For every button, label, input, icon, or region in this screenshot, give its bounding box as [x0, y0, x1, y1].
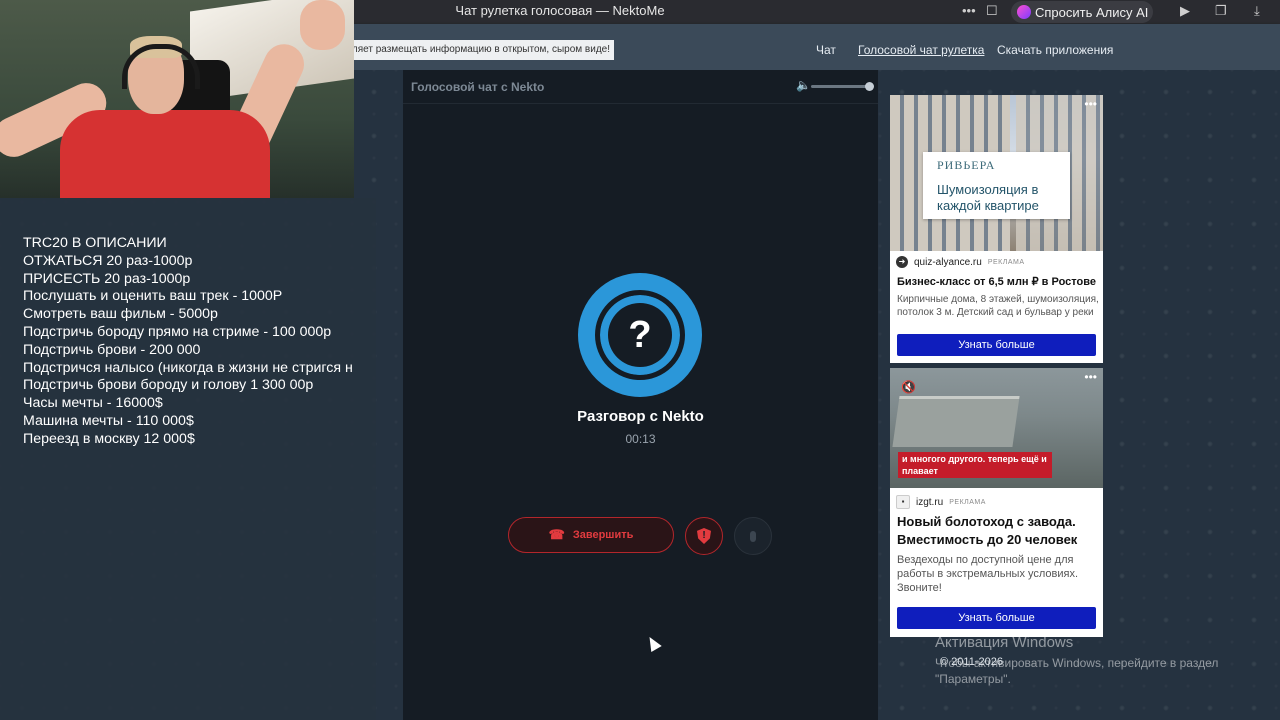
- microphone-icon: [750, 530, 756, 542]
- nav-link-chat[interactable]: Чат: [816, 43, 836, 57]
- voice-chat-panel: Голосовой чат с Nekto 🔈 ? Разговор с Nek…: [403, 70, 878, 720]
- play-icon[interactable]: ▶: [1180, 3, 1190, 19]
- windows-activation-title: Активация Windows: [935, 634, 1074, 651]
- copyright: © 2011-2026: [940, 656, 1003, 668]
- donation-line: Послушать и оценить ваш трек - 1000Р: [23, 288, 283, 305]
- ad-video-caption: и многого другого. теперь ещё и плавает: [898, 452, 1052, 478]
- more-icon[interactable]: •••: [962, 3, 976, 18]
- volume-slider[interactable]: [811, 85, 869, 88]
- donation-line: Подстричся налысо (никогда в жизни не ст…: [23, 359, 353, 376]
- ad-slogan: Шумоизоляция в каждой квартире: [937, 182, 1039, 213]
- ad-tag: РЕКЛАМА: [987, 258, 1025, 266]
- download-icon[interactable]: ⤓: [1254, 3, 1260, 19]
- ad-tag: РЕКЛАМА: [949, 498, 986, 506]
- stream-donation-overlay: TRC20 В ОПИСАНИИ ОТЖАТЬСЯ 20 раз-1000р П…: [0, 198, 376, 720]
- partner-avatar: ?: [578, 273, 702, 397]
- question-mark-icon: ?: [628, 314, 652, 356]
- ad-learn-more-button[interactable]: Узнать больше: [897, 607, 1096, 629]
- ad-options-icon[interactable]: •••: [1084, 97, 1097, 111]
- donation-line: Подстричь брови - 200 000: [23, 341, 201, 358]
- volume-slider-knob[interactable]: [865, 82, 874, 91]
- chat-header: Голосовой чат с Nekto 🔈: [403, 70, 878, 104]
- donation-line: Переезд в москву 12 000$: [23, 430, 195, 447]
- ad-image-building: ••• РИВЬЕРА Шумоизоляция в каждой кварти…: [890, 95, 1103, 251]
- bookmark-icon[interactable]: ☐: [986, 3, 998, 19]
- hangup-phone-icon: ☎: [548, 527, 565, 542]
- donation-line: TRC20 В ОПИСАНИИ: [23, 235, 167, 251]
- donation-list: TRC20 В ОПИСАНИИ ОТЖАТЬСЯ 20 раз-1000р П…: [23, 235, 375, 449]
- chat-header-title: Голосовой чат с Nekto: [411, 80, 545, 94]
- ad-overlay-card: РИВЬЕРА Шумоизоляция в каждой квартире: [923, 152, 1070, 219]
- muted-sound-icon[interactable]: 🔇: [901, 380, 916, 394]
- speaker-icon[interactable]: 🔈: [796, 78, 811, 92]
- end-call-button[interactable]: ☎ Завершить: [508, 517, 674, 553]
- end-call-label: Завершить: [572, 529, 634, 541]
- ad-domain: quiz-alyance.ru: [914, 256, 982, 268]
- ad-body-text: Вездеходы по доступной цене для работы в…: [897, 554, 1079, 594]
- ad-brand: РИВЬЕРА: [937, 158, 996, 172]
- conversation-title: Разговор с Nekto: [577, 408, 704, 425]
- call-timer: 00:13: [625, 432, 656, 446]
- nav-link-download-apps[interactable]: Скачать приложения: [997, 43, 1113, 57]
- site-favicon-icon: ▪: [896, 495, 910, 509]
- ad-domain-row: ▪ izgt.ru РЕКЛАМА: [896, 495, 986, 509]
- shield-icon: !: [697, 528, 711, 544]
- site-notice: зволяет размещать информацию в открытом,…: [354, 40, 614, 60]
- ad-domain-row: ➜ quiz-alyance.ru РЕКЛАМА: [896, 256, 1025, 268]
- ad-learn-more-button[interactable]: Узнать больше: [897, 334, 1096, 356]
- ad-card-swamp-vehicle[interactable]: 🔇 ••• и многого другого. теперь ещё и пл…: [890, 368, 1103, 637]
- donation-line: Машина мечты - 110 000$: [23, 412, 194, 429]
- ad-domain: izgt.ru: [916, 496, 944, 508]
- microphone-button[interactable]: [734, 517, 772, 555]
- ad-headline: Бизнес-класс от 6,5 млн ₽ в Ростове: [897, 276, 1096, 288]
- donation-line: ПРИСЕСТЬ 20 раз-1000р: [23, 270, 191, 287]
- donation-line: Подстричь брови бороду и голову 1 300 00…: [23, 377, 314, 394]
- collections-icon[interactable]: ❐: [1215, 3, 1227, 19]
- vehicle-shape: [892, 396, 1020, 447]
- alice-icon: [1017, 5, 1031, 19]
- ad-options-icon[interactable]: •••: [1084, 370, 1097, 384]
- alice-label: Спросить Алису AI: [1035, 4, 1149, 20]
- donation-line: ОТЖАТЬСЯ 20 раз-1000р: [23, 252, 193, 269]
- report-button[interactable]: !: [685, 517, 723, 555]
- donation-line: Подстричь бороду прямо на стриме - 100 0…: [23, 323, 332, 340]
- ad-card-riviera[interactable]: ••• РИВЬЕРА Шумоизоляция в каждой кварти…: [890, 95, 1103, 363]
- donation-line: Часы мечты - 16000$: [23, 395, 163, 412]
- alice-button[interactable]: Спросить Алису AI: [1011, 1, 1153, 23]
- ad-image-vehicle: 🔇 ••• и многого другого. теперь ещё и пл…: [890, 368, 1103, 488]
- nav-link-voice-chat[interactable]: Голосовой чат рулетка: [858, 43, 984, 57]
- arrow-right-icon: ➜: [896, 256, 908, 268]
- streamer-webcam: [0, 0, 354, 198]
- donation-line: Смотреть ваш фильм - 5000р: [23, 306, 218, 323]
- ad-headline: Новый болотоход с завода. Вместимость до…: [897, 514, 1078, 547]
- ad-body-text: Кирпичные дома, 8 этажей, шумоизоляция, …: [897, 294, 1099, 318]
